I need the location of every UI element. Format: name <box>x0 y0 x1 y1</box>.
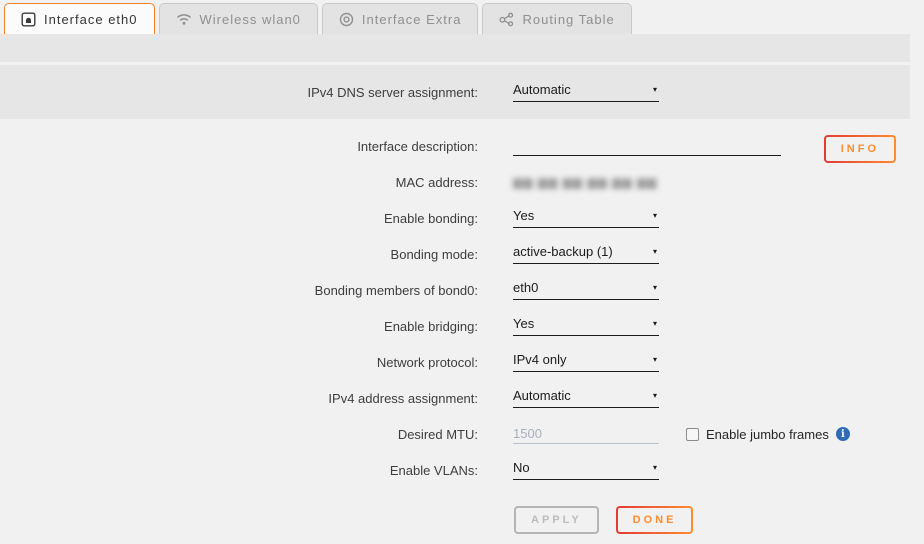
selected-value: active-backup (1) <box>513 244 613 259</box>
dns-assignment-select[interactable]: Automatic ▾ <box>513 82 659 102</box>
tab-label: Routing Table <box>522 12 614 27</box>
ipv4-assignment-select[interactable]: Automatic ▾ <box>513 388 659 408</box>
share-nodes-icon <box>499 12 514 27</box>
mtu-row: Desired MTU: Enable jumbo frames i <box>0 416 924 452</box>
ethernet-port-icon <box>21 12 36 27</box>
jumbo-frames-group: Enable jumbo frames i <box>686 427 850 442</box>
mtu-label: Desired MTU: <box>0 427 478 442</box>
info-button[interactable]: INFO <box>824 135 896 163</box>
ipv4-assignment-row: IPv4 address assignment: Automatic ▾ <box>0 380 924 416</box>
tab-wireless-wlan0[interactable]: Wireless wlan0 <box>159 3 318 34</box>
bonding-mode-select[interactable]: active-backup (1) ▾ <box>513 244 659 264</box>
dns-assignment-row: IPv4 DNS server assignment: Automatic ▾ <box>0 70 910 114</box>
enable-bridging-row: Enable bridging: Yes ▾ <box>0 308 924 344</box>
bonding-mode-label: Bonding mode: <box>0 247 478 262</box>
target-icon <box>339 12 354 27</box>
mac-address-label: MAC address: <box>0 175 478 190</box>
apply-button[interactable]: APPLY <box>514 506 599 534</box>
bonding-members-row: Bonding members of bond0: eth0 ▾ <box>0 272 924 308</box>
network-protocol-label: Network protocol: <box>0 355 478 370</box>
tab-interface-extra[interactable]: Interface Extra <box>322 3 479 34</box>
mac-address-value-redacted: ▆▆ ▆▆ ▆▆ ▆▆ ▆▆ ▆▆ <box>513 175 657 189</box>
chevron-down-icon: ▾ <box>653 212 657 220</box>
selected-value: Yes <box>513 208 534 223</box>
enable-vlans-row: Enable VLANs: No ▾ <box>0 452 924 488</box>
enable-vlans-label: Enable VLANs: <box>0 463 478 478</box>
ipv4-assignment-label: IPv4 address assignment: <box>0 391 478 406</box>
enable-bridging-label: Enable bridging: <box>0 319 478 334</box>
jumbo-frames-checkbox[interactable] <box>686 428 699 441</box>
chevron-down-icon: ▾ <box>653 320 657 328</box>
tab-label: Interface eth0 <box>44 12 138 27</box>
enable-bonding-row: Enable bonding: Yes ▾ <box>0 200 924 236</box>
bonding-members-label: Bonding members of bond0: <box>0 283 478 298</box>
tab-routing-table[interactable]: Routing Table <box>482 3 631 34</box>
mac-address-row: MAC address: ▆▆ ▆▆ ▆▆ ▆▆ ▆▆ ▆▆ <box>0 164 924 200</box>
toolbar-band <box>0 34 910 62</box>
wifi-icon <box>176 12 192 26</box>
mtu-input <box>513 424 659 444</box>
tab-interface-eth0[interactable]: Interface eth0 <box>4 3 155 34</box>
bonding-mode-row: Bonding mode: active-backup (1) ▾ <box>0 236 924 272</box>
selected-value: Automatic <box>513 388 571 403</box>
chevron-down-icon: ▾ <box>653 86 657 94</box>
selected-value: eth0 <box>513 280 538 295</box>
tab-label: Wireless wlan0 <box>200 12 301 27</box>
description-label: Interface description: <box>0 139 478 154</box>
selected-value: Yes <box>513 316 534 331</box>
form-actions: APPLY DONE <box>514 506 693 534</box>
dns-assignment-label: IPv4 DNS server assignment: <box>0 85 478 100</box>
jumbo-frames-label: Enable jumbo frames <box>706 427 829 442</box>
info-icon[interactable]: i <box>836 427 850 441</box>
selected-value: Automatic <box>513 82 571 97</box>
chevron-down-icon: ▾ <box>653 284 657 292</box>
interface-settings-form: Interface description: MAC address: ▆▆ ▆… <box>0 128 924 488</box>
tab-bar: Interface eth0 Wireless wlan0 Interface … <box>4 3 632 34</box>
enable-bridging-select[interactable]: Yes ▾ <box>513 316 659 336</box>
network-protocol-row: Network protocol: IPv4 only ▾ <box>0 344 924 380</box>
bonding-members-select[interactable]: eth0 ▾ <box>513 280 659 300</box>
enable-vlans-select[interactable]: No ▾ <box>513 460 659 480</box>
chevron-down-icon: ▾ <box>653 464 657 472</box>
chevron-down-icon: ▾ <box>653 356 657 364</box>
description-input[interactable] <box>513 136 781 156</box>
done-button[interactable]: DONE <box>616 506 694 534</box>
chevron-down-icon: ▾ <box>653 392 657 400</box>
enable-bonding-label: Enable bonding: <box>0 211 478 226</box>
enable-bonding-select[interactable]: Yes ▾ <box>513 208 659 228</box>
description-row: Interface description: <box>0 128 924 164</box>
tab-label: Interface Extra <box>362 12 462 27</box>
selected-value: IPv4 only <box>513 352 566 367</box>
network-protocol-select[interactable]: IPv4 only ▾ <box>513 352 659 372</box>
chevron-down-icon: ▾ <box>653 248 657 256</box>
selected-value: No <box>513 460 530 475</box>
